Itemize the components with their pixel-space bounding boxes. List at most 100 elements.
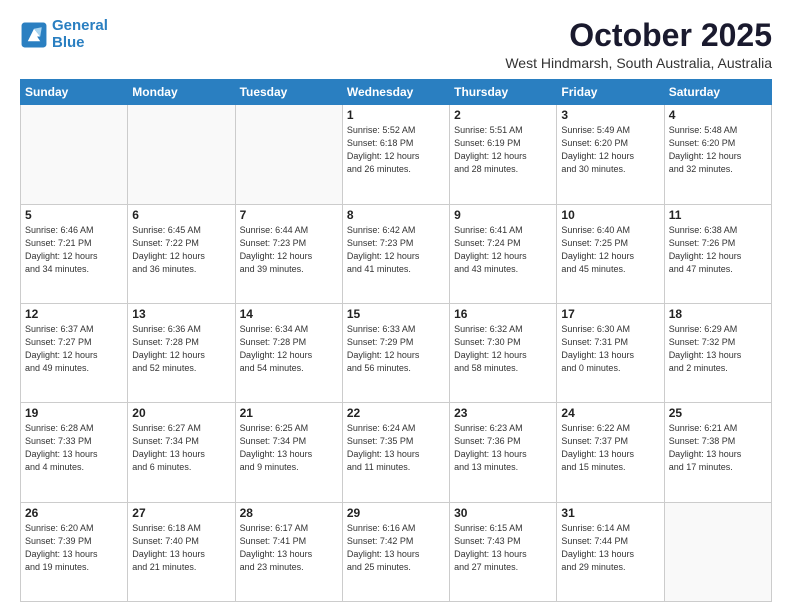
calendar-header-saturday: Saturday [664, 80, 771, 105]
calendar-cell: 30Sunrise: 6:15 AM Sunset: 7:43 PM Dayli… [450, 502, 557, 601]
calendar-cell: 3Sunrise: 5:49 AM Sunset: 6:20 PM Daylig… [557, 105, 664, 204]
day-number: 19 [25, 406, 123, 420]
day-info: Sunrise: 6:22 AM Sunset: 7:37 PM Dayligh… [561, 422, 659, 474]
day-info: Sunrise: 6:37 AM Sunset: 7:27 PM Dayligh… [25, 323, 123, 375]
calendar-cell: 2 Sunrise: 5:51 AM Sunset: 6:19 PM Daylig… [450, 105, 557, 204]
calendar-header-tuesday: Tuesday [235, 80, 342, 105]
day-info: Sunrise: 6:36 AM Sunset: 7:28 PM Dayligh… [132, 323, 230, 375]
day-info: Sunrise: 6:42 AM Sunset: 7:23 PM Dayligh… [347, 224, 445, 276]
day-info: Sunrise: 6:17 AM Sunset: 7:41 PM Dayligh… [240, 522, 338, 574]
page: General Blue October 2025 West Hindmarsh… [0, 0, 792, 612]
day-number: 18 [669, 307, 767, 321]
day-info: Sunrise: 6:18 AM Sunset: 7:40 PM Dayligh… [132, 522, 230, 574]
calendar-cell: 25 Sunrise: 6:21 AM Sunset: 7:38 PM Dayli… [664, 403, 771, 502]
day-number: 23 [454, 406, 552, 420]
day-number: 17 [561, 307, 659, 321]
calendar-cell: 20 Sunrise: 6:27 AM Sunset: 7:34 PM Dayli… [128, 403, 235, 502]
calendar-cell: 9Sunrise: 6:41 AM Sunset: 7:24 PM Daylig… [450, 204, 557, 303]
calendar-cell: 12 Sunrise: 6:37 AM Sunset: 7:27 PM Dayli… [21, 303, 128, 402]
calendar-cell: 28 Sunrise: 6:17 AM Sunset: 7:41 PM Dayli… [235, 502, 342, 601]
day-number: 13 [132, 307, 230, 321]
day-number: 7 [240, 208, 338, 222]
calendar-cell: 13 Sunrise: 6:36 AM Sunset: 7:28 PM Dayli… [128, 303, 235, 402]
title-block: October 2025 West Hindmarsh, South Austr… [505, 18, 772, 71]
day-info: Sunrise: 6:45 AM Sunset: 7:22 PM Dayligh… [132, 224, 230, 276]
calendar-cell [664, 502, 771, 601]
calendar-cell: 22Sunrise: 6:24 AM Sunset: 7:35 PM Dayli… [342, 403, 449, 502]
calendar-table: SundayMondayTuesdayWednesdayThursdayFrid… [20, 79, 772, 602]
day-info: Sunrise: 6:28 AM Sunset: 7:33 PM Dayligh… [25, 422, 123, 474]
day-number: 16 [454, 307, 552, 321]
calendar-cell: 19 Sunrise: 6:28 AM Sunset: 7:33 PM Dayli… [21, 403, 128, 502]
day-number: 5 [25, 208, 123, 222]
logo-text: General Blue [52, 18, 108, 51]
calendar-week-row: 5 Sunrise: 6:46 AM Sunset: 7:21 PM Daylig… [21, 204, 772, 303]
calendar-cell: 6 Sunrise: 6:45 AM Sunset: 7:22 PM Daylig… [128, 204, 235, 303]
day-info: Sunrise: 6:23 AM Sunset: 7:36 PM Dayligh… [454, 422, 552, 474]
day-number: 20 [132, 406, 230, 420]
calendar-cell: 21 Sunrise: 6:25 AM Sunset: 7:34 PM Dayli… [235, 403, 342, 502]
calendar-cell [21, 105, 128, 204]
calendar-cell: 7 Sunrise: 6:44 AM Sunset: 7:23 PM Daylig… [235, 204, 342, 303]
calendar-cell: 18 Sunrise: 6:29 AM Sunset: 7:32 PM Dayli… [664, 303, 771, 402]
calendar-header-row: SundayMondayTuesdayWednesdayThursdayFrid… [21, 80, 772, 105]
day-info: Sunrise: 5:51 AM Sunset: 6:19 PM Dayligh… [454, 124, 552, 176]
calendar-cell: 16 Sunrise: 6:32 AM Sunset: 7:30 PM Dayli… [450, 303, 557, 402]
day-info: Sunrise: 5:48 AM Sunset: 6:20 PM Dayligh… [669, 124, 767, 176]
day-info: Sunrise: 6:25 AM Sunset: 7:34 PM Dayligh… [240, 422, 338, 474]
day-number: 4 [669, 108, 767, 122]
day-number: 2 [454, 108, 552, 122]
day-info: Sunrise: 5:52 AM Sunset: 6:18 PM Dayligh… [347, 124, 445, 176]
day-number: 8 [347, 208, 445, 222]
day-info: Sunrise: 6:33 AM Sunset: 7:29 PM Dayligh… [347, 323, 445, 375]
calendar-cell: 24 Sunrise: 6:22 AM Sunset: 7:37 PM Dayli… [557, 403, 664, 502]
day-number: 14 [240, 307, 338, 321]
calendar-week-row: 12 Sunrise: 6:37 AM Sunset: 7:27 PM Dayli… [21, 303, 772, 402]
day-number: 12 [25, 307, 123, 321]
calendar-week-row: 26Sunrise: 6:20 AM Sunset: 7:39 PM Dayli… [21, 502, 772, 601]
day-number: 30 [454, 506, 552, 520]
header: General Blue October 2025 West Hindmarsh… [20, 18, 772, 71]
day-number: 6 [132, 208, 230, 222]
calendar-week-row: 19 Sunrise: 6:28 AM Sunset: 7:33 PM Dayli… [21, 403, 772, 502]
day-number: 29 [347, 506, 445, 520]
calendar-cell: 27 Sunrise: 6:18 AM Sunset: 7:40 PM Dayli… [128, 502, 235, 601]
calendar-cell: 4 Sunrise: 5:48 AM Sunset: 6:20 PM Daylig… [664, 105, 771, 204]
day-number: 28 [240, 506, 338, 520]
day-info: Sunrise: 6:14 AM Sunset: 7:44 PM Dayligh… [561, 522, 659, 574]
day-info: Sunrise: 6:20 AM Sunset: 7:39 PM Dayligh… [25, 522, 123, 574]
month-title: October 2025 [505, 18, 772, 53]
day-info: Sunrise: 5:49 AM Sunset: 6:20 PM Dayligh… [561, 124, 659, 176]
day-number: 10 [561, 208, 659, 222]
logo-general: General [52, 17, 108, 34]
calendar-cell: 1Sunrise: 5:52 AM Sunset: 6:18 PM Daylig… [342, 105, 449, 204]
calendar-cell: 17 Sunrise: 6:30 AM Sunset: 7:31 PM Dayli… [557, 303, 664, 402]
calendar-cell: 23 Sunrise: 6:23 AM Sunset: 7:36 PM Dayli… [450, 403, 557, 502]
day-info: Sunrise: 6:34 AM Sunset: 7:28 PM Dayligh… [240, 323, 338, 375]
day-info: Sunrise: 6:27 AM Sunset: 7:34 PM Dayligh… [132, 422, 230, 474]
day-info: Sunrise: 6:32 AM Sunset: 7:30 PM Dayligh… [454, 323, 552, 375]
calendar-cell [235, 105, 342, 204]
logo-blue: Blue [52, 34, 85, 51]
day-info: Sunrise: 6:44 AM Sunset: 7:23 PM Dayligh… [240, 224, 338, 276]
day-info: Sunrise: 6:30 AM Sunset: 7:31 PM Dayligh… [561, 323, 659, 375]
location-title: West Hindmarsh, South Australia, Austral… [505, 55, 772, 71]
day-info: Sunrise: 6:29 AM Sunset: 7:32 PM Dayligh… [669, 323, 767, 375]
calendar-cell: 5 Sunrise: 6:46 AM Sunset: 7:21 PM Daylig… [21, 204, 128, 303]
day-number: 31 [561, 506, 659, 520]
calendar-cell: 29 Sunrise: 6:16 AM Sunset: 7:42 PM Dayli… [342, 502, 449, 601]
day-number: 11 [669, 208, 767, 222]
day-number: 22 [347, 406, 445, 420]
day-number: 25 [669, 406, 767, 420]
day-info: Sunrise: 6:21 AM Sunset: 7:38 PM Dayligh… [669, 422, 767, 474]
day-info: Sunrise: 6:16 AM Sunset: 7:42 PM Dayligh… [347, 522, 445, 574]
calendar-cell: 10Sunrise: 6:40 AM Sunset: 7:25 PM Dayli… [557, 204, 664, 303]
day-info: Sunrise: 6:38 AM Sunset: 7:26 PM Dayligh… [669, 224, 767, 276]
calendar-header-sunday: Sunday [21, 80, 128, 105]
day-info: Sunrise: 6:46 AM Sunset: 7:21 PM Dayligh… [25, 224, 123, 276]
calendar-header-friday: Friday [557, 80, 664, 105]
day-number: 21 [240, 406, 338, 420]
day-number: 27 [132, 506, 230, 520]
day-number: 24 [561, 406, 659, 420]
calendar-header-thursday: Thursday [450, 80, 557, 105]
